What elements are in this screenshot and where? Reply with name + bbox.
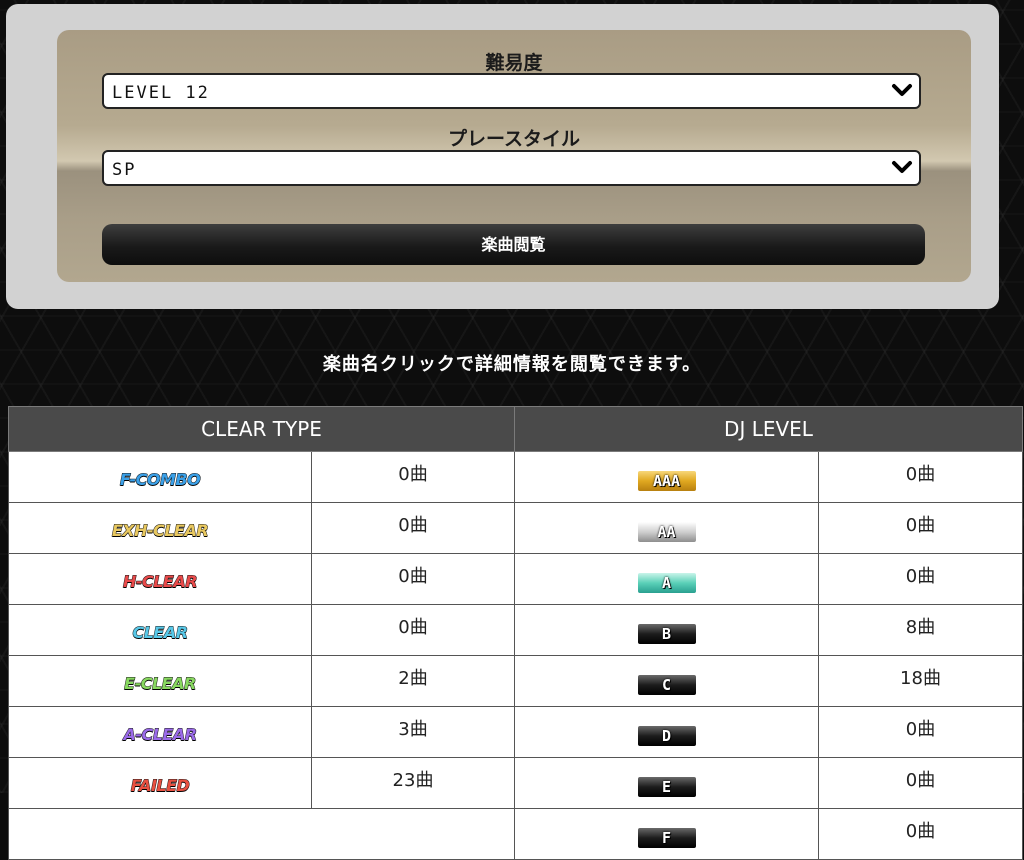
dj-level-count: 18曲 xyxy=(818,655,1023,707)
dj-level-count: 0曲 xyxy=(818,706,1023,758)
clear-type-count: 0曲 xyxy=(311,553,515,605)
clear-type-cell: E-CLEAR xyxy=(8,655,312,707)
clear-type-cell: F-COMBO xyxy=(8,451,312,503)
empty-cell xyxy=(8,808,515,860)
dj-level-cell: D xyxy=(514,706,819,758)
table-row: A-CLEAR 3曲 D 0曲 xyxy=(8,706,1023,758)
clear-type-count: 0曲 xyxy=(311,604,515,656)
filter-form: 難易度 LEVEL 12 プレースタイル SP 楽曲閲覧 xyxy=(57,30,971,282)
dj-level-badge: C xyxy=(637,675,696,695)
filter-panel: 難易度 LEVEL 12 プレースタイル SP 楽曲閲覧 xyxy=(6,4,999,309)
dj-level-header: DJ LEVEL xyxy=(514,406,1023,452)
dj-level-count: 0曲 xyxy=(818,553,1023,605)
dj-level-count: 0曲 xyxy=(818,502,1023,554)
dj-level-count: 8曲 xyxy=(818,604,1023,656)
table-row: E-CLEAR 2曲 C 18曲 xyxy=(8,655,1023,707)
dj-level-cell: F xyxy=(514,808,819,860)
clear-type-count: 23曲 xyxy=(311,757,515,809)
dj-level-badge: AAA xyxy=(637,471,696,491)
dj-level-badge: B xyxy=(637,624,696,644)
table-row: FAILED 23曲 E 0曲 xyxy=(8,757,1023,809)
clear-type-count: 2曲 xyxy=(311,655,515,707)
dj-level-cell: E xyxy=(514,757,819,809)
clear-lamp-label: H-CLEAR xyxy=(122,572,198,592)
clear-type-count: 3曲 xyxy=(311,706,515,758)
clear-type-cell: EXH-CLEAR xyxy=(8,502,312,554)
dj-level-cell: A xyxy=(514,553,819,605)
clear-type-cell: H-CLEAR xyxy=(8,553,312,605)
clear-lamp-label: FAILED xyxy=(130,776,190,796)
clear-type-count: 0曲 xyxy=(311,502,515,554)
dj-level-count: 0曲 xyxy=(818,451,1023,503)
difficulty-select-value: LEVEL 12 xyxy=(112,83,210,103)
table-row: F-COMBO 0曲 AAA 0曲 xyxy=(8,451,1023,503)
clear-type-cell: FAILED xyxy=(8,757,312,809)
clear-type-header: CLEAR TYPE xyxy=(8,406,515,452)
view-songs-button[interactable]: 楽曲閲覧 xyxy=(102,224,925,265)
dj-level-badge: D xyxy=(637,726,696,746)
table-row: EXH-CLEAR 0曲 AA 0曲 xyxy=(8,502,1023,554)
clear-lamp-label: F-COMBO xyxy=(119,470,201,490)
clear-type-count: 0曲 xyxy=(311,451,515,503)
play-style-select[interactable]: SP xyxy=(102,150,921,186)
dj-level-count: 0曲 xyxy=(818,808,1023,860)
clear-lamp-label: A-CLEAR xyxy=(123,725,198,745)
dj-level-cell: AA xyxy=(514,502,819,554)
table-row: CLEAR 0曲 B 8曲 xyxy=(8,604,1023,656)
difficulty-label: 難易度 xyxy=(485,52,543,74)
dj-level-badge: AA xyxy=(637,522,696,542)
dj-level-cell: AAA xyxy=(514,451,819,503)
dj-level-cell: B xyxy=(514,604,819,656)
chevron-down-icon xyxy=(892,84,912,96)
clear-lamp-label: E-CLEAR xyxy=(124,674,197,694)
dj-level-badge: F xyxy=(637,828,696,848)
stats-table: CLEAR TYPE DJ LEVEL F-COMBO 0曲 AAA 0曲 EXH-CL… xyxy=(8,406,1023,860)
info-text: 楽曲名クリックで詳細情報を閲覧できます。 xyxy=(322,354,702,375)
clear-lamp-label: EXH-CLEAR xyxy=(111,521,209,541)
dj-level-count: 0曲 xyxy=(818,757,1023,809)
dj-level-badge: E xyxy=(637,777,696,797)
table-row: F 0曲 xyxy=(8,808,1023,860)
play-style-select-value: SP xyxy=(112,160,137,180)
dj-level-cell: C xyxy=(514,655,819,707)
chevron-down-icon xyxy=(892,161,912,173)
play-style-label: プレースタイル xyxy=(447,128,581,150)
table-row: H-CLEAR 0曲 A 0曲 xyxy=(8,553,1023,605)
difficulty-select[interactable]: LEVEL 12 xyxy=(102,73,921,109)
dj-level-badge: A xyxy=(637,573,696,593)
clear-lamp-label: CLEAR xyxy=(132,623,189,643)
clear-type-cell: A-CLEAR xyxy=(8,706,312,758)
clear-type-cell: CLEAR xyxy=(8,604,312,656)
